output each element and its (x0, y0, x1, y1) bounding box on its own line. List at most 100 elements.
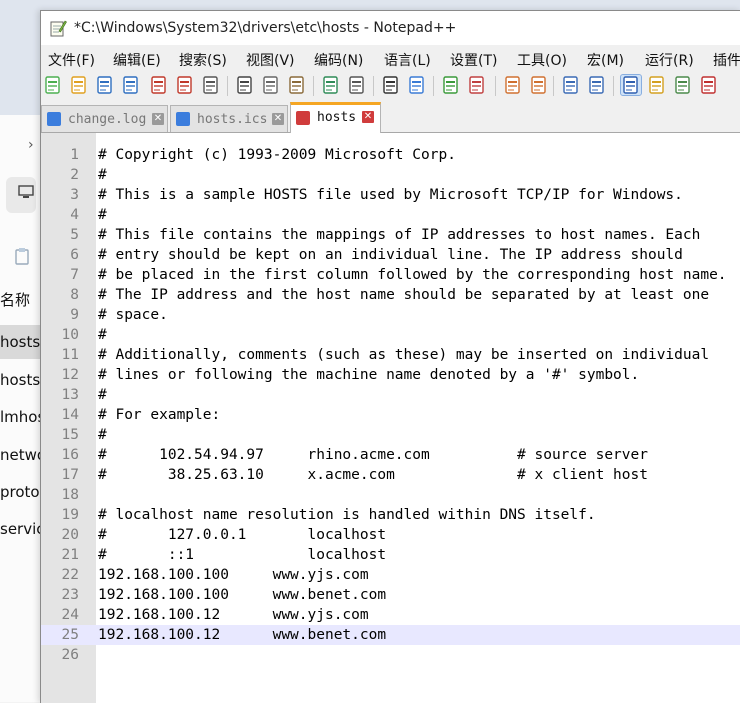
document-map-button[interactable] (673, 75, 693, 95)
file-item-protocol[interactable]: protocol (0, 475, 40, 509)
line-text: # lines or following the machine name de… (98, 367, 640, 383)
chevron-right-icon[interactable]: › (28, 137, 34, 153)
folder-workspace-button[interactable] (647, 75, 667, 95)
open-file-button[interactable] (69, 75, 89, 95)
menu-tools[interactable]: 工具(O) (517, 50, 567, 70)
editor-line[interactable]: 11 # Additionally, comments (such as thes… (41, 345, 740, 365)
clipboard-icon[interactable] (14, 247, 30, 269)
show-all-chars-button[interactable] (587, 75, 607, 95)
tab-bar: change.log ✕ hosts.ics ✕ hosts ✕ (41, 102, 740, 133)
tab-close-icon[interactable]: ✕ (362, 111, 374, 123)
file-item-hosts-selected[interactable]: hosts (0, 325, 40, 359)
editor-line[interactable]: 7 # be placed in the first column followe… (41, 265, 740, 285)
new-file-button[interactable] (43, 75, 63, 95)
editor-line[interactable]: 18 (41, 485, 740, 505)
line-number: 26 (61, 647, 79, 663)
menu-macro[interactable]: 宏(M) (587, 50, 624, 70)
line-text: # 102.54.94.97 rhino.acme.com # source s… (98, 447, 648, 463)
find-button[interactable] (381, 75, 401, 95)
print-button[interactable] (201, 75, 221, 95)
line-text: # This file contains the mappings of IP … (98, 227, 701, 243)
editor-line[interactable]: 12 # lines or following the machine name … (41, 365, 740, 385)
paste-button[interactable] (287, 75, 307, 95)
menu-file[interactable]: 文件(F) (48, 50, 95, 70)
menu-encoding[interactable]: 编码(N) (314, 50, 363, 70)
editor-line[interactable]: 26 (41, 645, 740, 665)
editor-line[interactable]: 15 # (41, 425, 740, 445)
editor-line-current[interactable]: 25 192.168.100.12 www.benet.com (41, 625, 740, 645)
toolbar-separator (613, 76, 614, 96)
undo-button[interactable] (321, 75, 341, 95)
title-bar[interactable]: *C:\Windows\System32\drivers\etc\hosts -… (41, 11, 740, 45)
zoom-out-button[interactable] (467, 75, 487, 95)
editor-line[interactable]: 4 # (41, 205, 740, 225)
toolbar-separator (227, 76, 228, 96)
sync-horizontal-button[interactable] (529, 75, 549, 95)
menu-view[interactable]: 视图(V) (246, 50, 295, 70)
menu-language[interactable]: 语言(L) (384, 50, 431, 70)
line-number: 20 (61, 527, 79, 543)
tab-hosts[interactable]: hosts ✕ (290, 102, 381, 133)
menu-plugins[interactable]: 插件 (713, 50, 740, 70)
menu-edit[interactable]: 编辑(E) (113, 50, 161, 70)
editor-line[interactable]: 2 # (41, 165, 740, 185)
file-item-networks[interactable]: networks (0, 438, 40, 472)
text-editor[interactable]: 1 # Copyright (c) 1993-2009 Microsoft Cor… (41, 133, 740, 703)
line-number: 6 (70, 247, 79, 263)
editor-line[interactable]: 8 # The IP address and the host name shou… (41, 285, 740, 305)
editor-line[interactable]: 21 # ::1 localhost (41, 545, 740, 565)
file-item-services[interactable]: services (0, 512, 40, 546)
menu-run[interactable]: 运行(R) (645, 50, 694, 70)
close-button[interactable] (149, 75, 169, 95)
close-all-button[interactable] (175, 75, 195, 95)
cut-button[interactable] (235, 75, 255, 95)
toolbar (41, 71, 740, 101)
save-all-button[interactable] (121, 75, 141, 95)
tab-change-log[interactable]: change.log ✕ (41, 105, 168, 132)
menu-bar: 文件(F) 编辑(E) 搜索(S) 视图(V) 编码(N) 语言(L) 设置(T… (41, 47, 740, 71)
line-text: # be placed in the first column followed… (98, 267, 727, 283)
notepad-app-icon (50, 20, 67, 37)
editor-line[interactable]: 22 192.168.100.100 www.yjs.com (41, 565, 740, 585)
editor-line[interactable]: 5 # This file contains the mappings of IP… (41, 225, 740, 245)
editor-line[interactable]: 9 # space. (41, 305, 740, 325)
line-text: 192.168.100.12 www.yjs.com (98, 607, 369, 623)
editor-line[interactable]: 19 # localhost name resolution is handled… (41, 505, 740, 525)
menu-settings[interactable]: 设置(T) (450, 50, 497, 70)
editor-line[interactable]: 14 # For example: (41, 405, 740, 425)
line-number: 15 (61, 427, 79, 443)
word-wrap-button[interactable] (561, 75, 581, 95)
tab-close-icon[interactable]: ✕ (272, 113, 284, 125)
line-text: # (98, 167, 107, 183)
editor-line[interactable]: 1 # Copyright (c) 1993-2009 Microsoft Cor… (41, 145, 740, 165)
editor-line[interactable]: 6 # entry should be kept on an individual… (41, 245, 740, 265)
tab-close-icon[interactable]: ✕ (152, 113, 164, 125)
copy-button[interactable] (261, 75, 281, 95)
editor-line[interactable]: 13 # (41, 385, 740, 405)
editor-line[interactable]: 3 # This is a sample HOSTS file used by M… (41, 185, 740, 205)
tab-hosts-ics[interactable]: hosts.ics ✕ (170, 105, 288, 132)
column-header-name[interactable]: 名称 (0, 283, 40, 317)
file-item-hosts-ics[interactable]: hosts (0, 363, 40, 397)
indent-guide-button[interactable] (620, 74, 642, 96)
zoom-out-icon (469, 76, 484, 94)
find-icon (383, 76, 398, 94)
redo-button[interactable] (347, 75, 367, 95)
editor-line[interactable]: 16 # 102.54.94.97 rhino.acme.com # source… (41, 445, 740, 465)
sync-vertical-button[interactable] (503, 75, 523, 95)
zoom-in-button[interactable] (441, 75, 461, 95)
function-list-button[interactable] (699, 75, 719, 95)
editor-line[interactable]: 10 # (41, 325, 740, 345)
editor-line[interactable]: 23 192.168.100.100 www.benet.com (41, 585, 740, 605)
this-pc-icon[interactable] (6, 177, 36, 213)
word-wrap-icon (563, 76, 578, 94)
editor-line[interactable]: 17 # 38.25.63.10 x.acme.com # x client ho… (41, 465, 740, 485)
save-button[interactable] (95, 75, 115, 95)
menu-search[interactable]: 搜索(S) (179, 50, 227, 70)
editor-line[interactable]: 24 192.168.100.12 www.yjs.com (41, 605, 740, 625)
function-list-icon (701, 76, 716, 94)
replace-button[interactable] (407, 75, 427, 95)
editor-line[interactable]: 20 # 127.0.0.1 localhost (41, 525, 740, 545)
file-item-lmhosts[interactable]: lmhosts (0, 400, 40, 434)
sync-vertical-icon (505, 76, 520, 94)
